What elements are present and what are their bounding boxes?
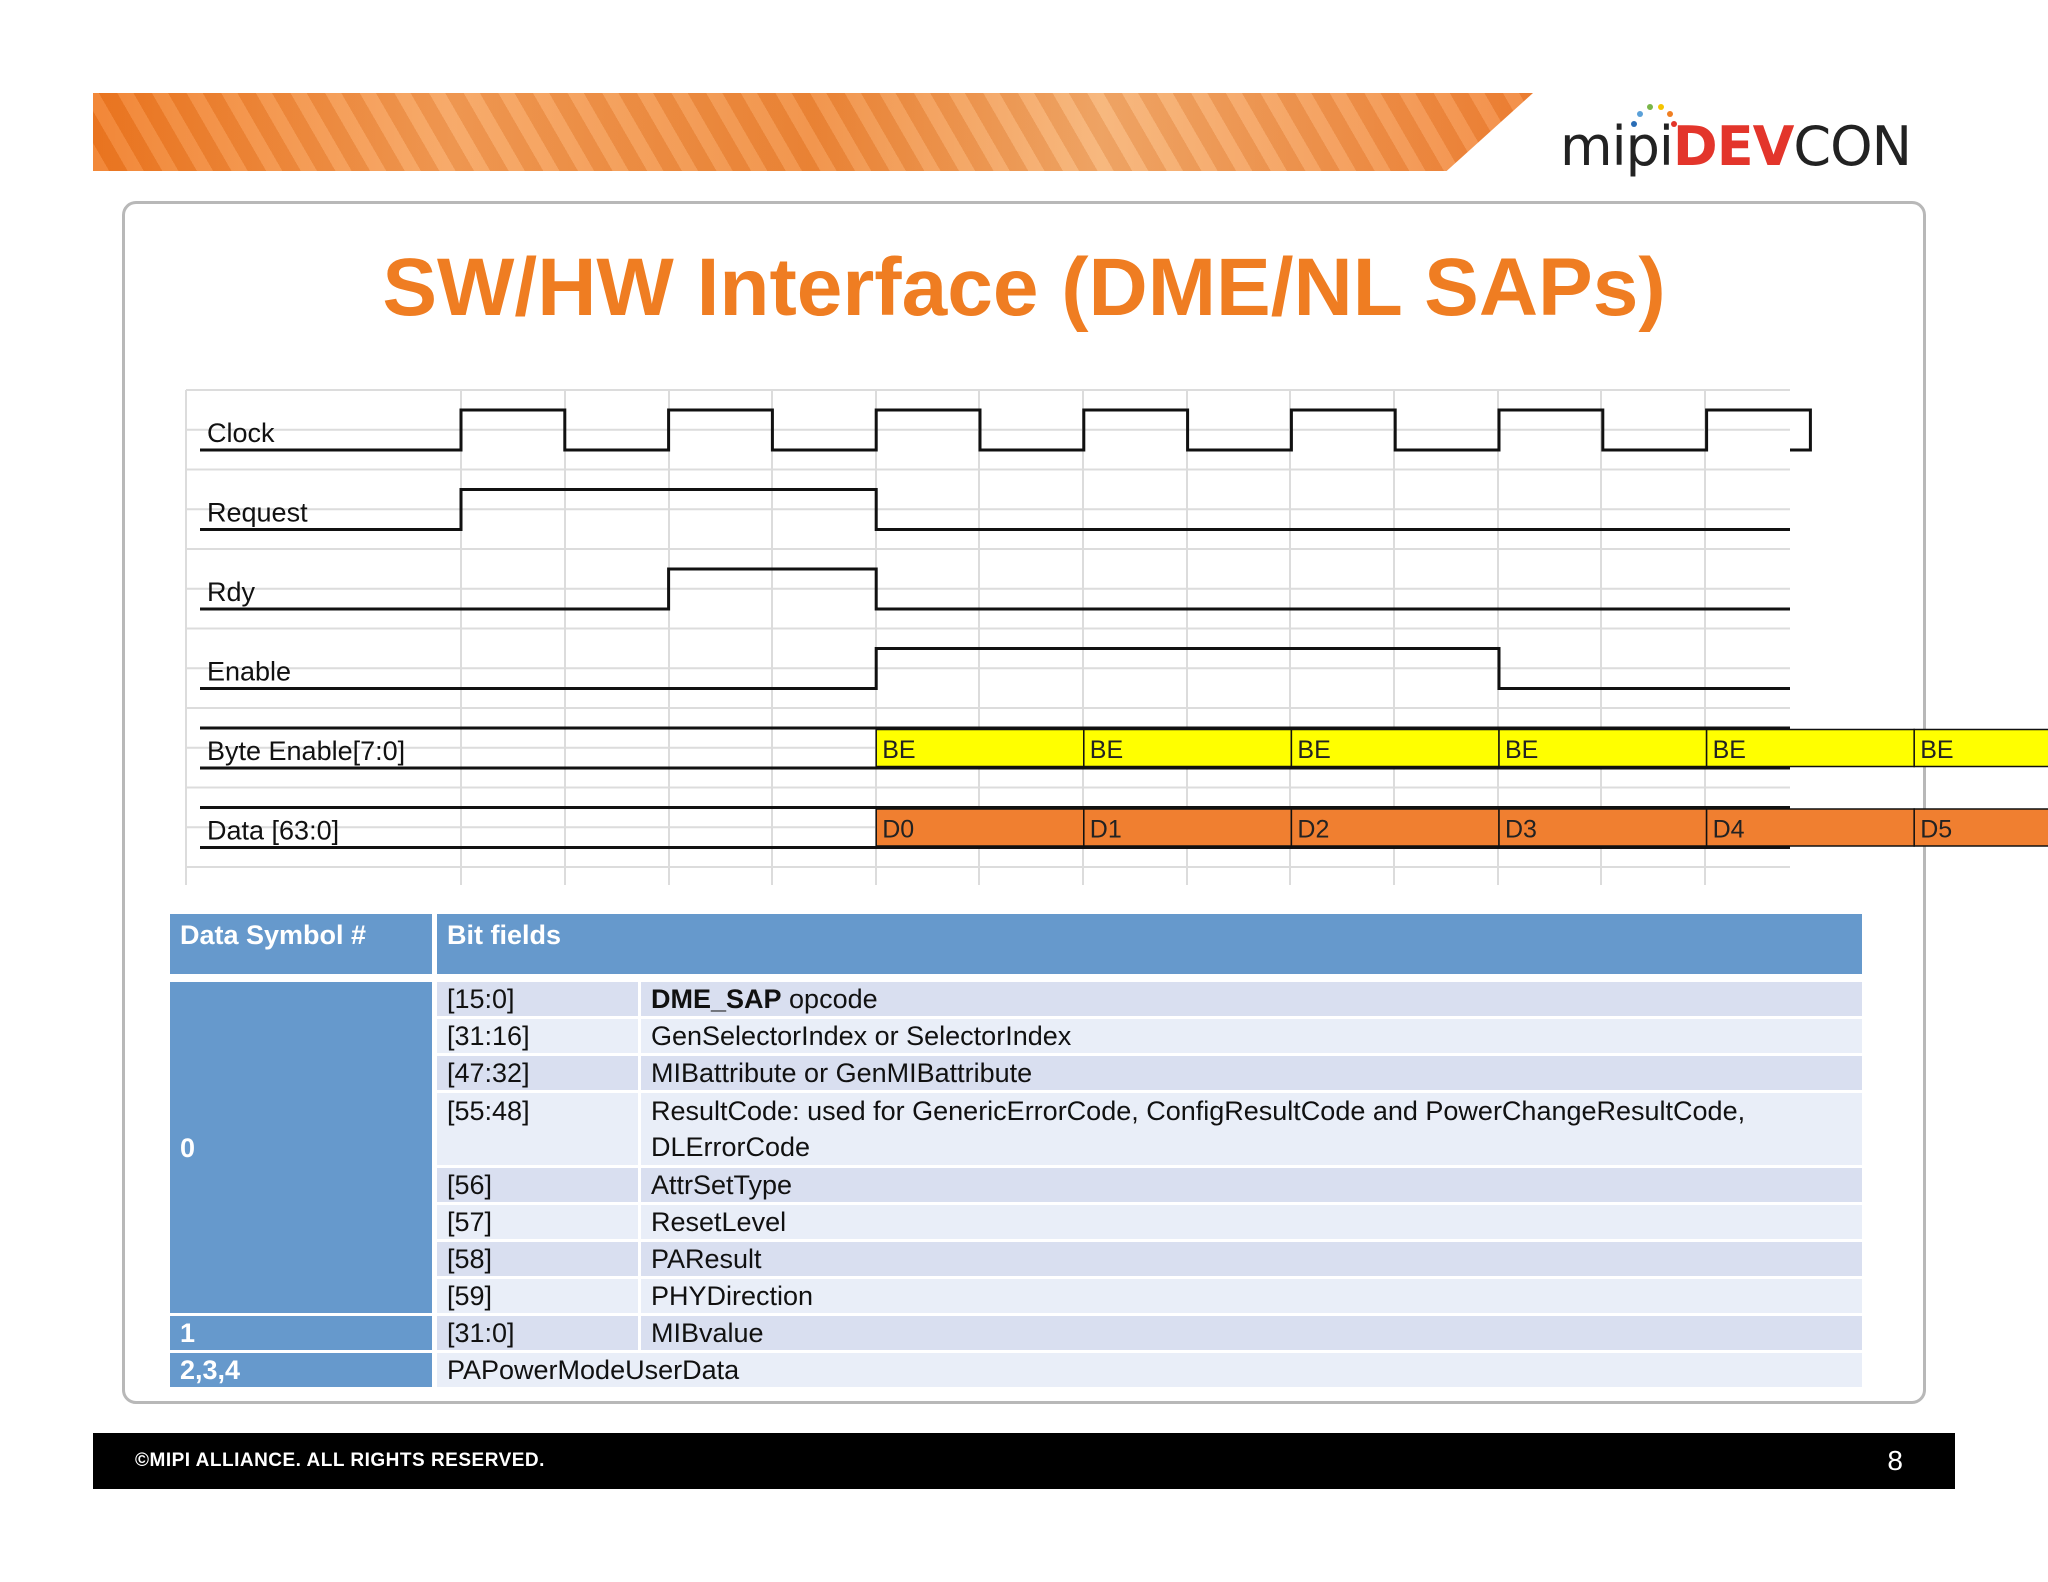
bus-value: D0 bbox=[882, 816, 914, 844]
signal-label: Enable bbox=[207, 657, 291, 687]
bit-description: DME_SAP opcode bbox=[641, 982, 1862, 1019]
bit-description: PAPowerModeUserData bbox=[437, 1353, 1862, 1390]
bit-description: PHYDirection bbox=[641, 1279, 1862, 1316]
bit-fields-table: Data Symbol # Bit fields 0 [15:0] DME_SA… bbox=[170, 914, 1862, 1390]
bit-description: ResultCode: used for GenericErrorCode, C… bbox=[641, 1093, 1862, 1168]
bit-description: PAResult bbox=[641, 1242, 1862, 1279]
bus-value: BE bbox=[1920, 736, 1953, 764]
bus-value: BE bbox=[1713, 736, 1746, 764]
bit-description: MIBattribute or GenMIBattribute bbox=[641, 1056, 1862, 1093]
bit-range: [47:32] bbox=[437, 1056, 641, 1093]
bit-range: [56] bbox=[437, 1168, 641, 1205]
bus-value: BE bbox=[1505, 736, 1538, 764]
bus-value: D2 bbox=[1297, 816, 1329, 844]
bus-value: D1 bbox=[1090, 816, 1122, 844]
bit-description: ResetLevel bbox=[641, 1205, 1862, 1242]
symbol-cell: 0 bbox=[170, 982, 437, 1316]
copyright-text: ©MIPI ALLIANCE. ALL RIGHTS RESERVED. bbox=[135, 1450, 545, 1471]
bit-range: [31:16] bbox=[437, 1019, 641, 1056]
symbol-cell: 1 bbox=[170, 1316, 437, 1353]
bit-range: [57] bbox=[437, 1205, 641, 1242]
signal-label: Request bbox=[207, 498, 308, 528]
signal-label: Data [63:0] bbox=[207, 816, 339, 846]
bit-range: [58] bbox=[437, 1242, 641, 1279]
bus-value: BE bbox=[1297, 736, 1330, 764]
bus-value: D3 bbox=[1505, 816, 1537, 844]
header-bit-fields: Bit fields bbox=[437, 914, 1862, 982]
bus-value: D4 bbox=[1713, 816, 1745, 844]
bit-description: GenSelectorIndex or SelectorIndex bbox=[641, 1019, 1862, 1056]
bus-value: BE bbox=[1090, 736, 1123, 764]
page-number: 8 bbox=[1887, 1445, 1903, 1476]
bit-range: [31:0] bbox=[437, 1316, 641, 1353]
symbol-cell: 2,3,4 bbox=[170, 1353, 437, 1390]
bus-value: D5 bbox=[1920, 816, 1952, 844]
timing-diagram: Clock Request Rdy Enable BE BE BE BE BE BE Byte En… bbox=[185, 389, 2048, 885]
bit-description: AttrSetType bbox=[641, 1168, 1862, 1205]
bit-range: [15:0] bbox=[437, 982, 641, 1019]
bus-value: BE bbox=[882, 736, 915, 764]
bit-range: [55:48] bbox=[437, 1093, 641, 1168]
header-data-symbol: Data Symbol # bbox=[170, 914, 437, 982]
bit-description: MIBvalue bbox=[641, 1316, 1862, 1353]
signal-label: Byte Enable[7:0] bbox=[207, 736, 405, 766]
footer-bar: ©MIPI ALLIANCE. ALL RIGHTS RESERVED. 8 bbox=[93, 1433, 1955, 1489]
signal-label: Rdy bbox=[207, 577, 256, 607]
bit-range: [59] bbox=[437, 1279, 641, 1316]
signal-label: Clock bbox=[207, 418, 275, 448]
